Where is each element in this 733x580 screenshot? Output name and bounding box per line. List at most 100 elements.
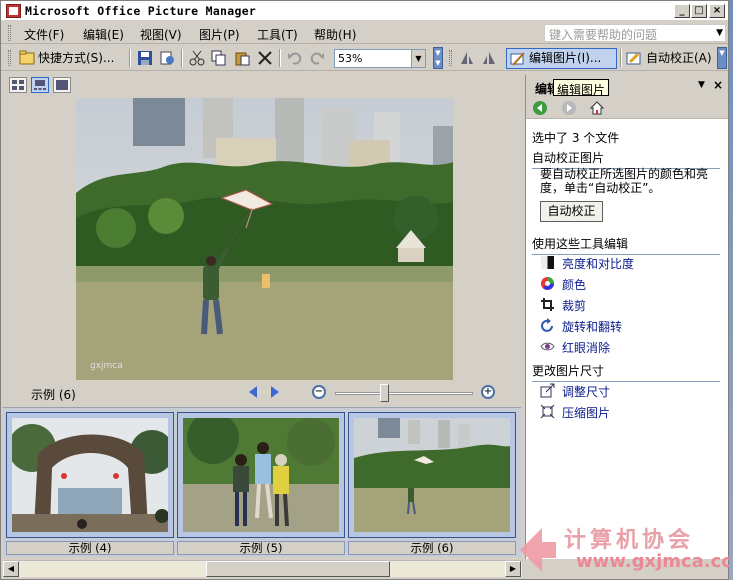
toolbar-separator [181, 49, 183, 67]
zoom-in-icon[interactable]: + [481, 385, 495, 399]
red-eye-icon [540, 342, 555, 351]
thumbnail-view-button[interactable] [9, 77, 27, 93]
close-button[interactable]: × [709, 4, 725, 18]
filmstrip-view-button[interactable] [31, 77, 49, 93]
brightness-contrast-label: 亮度和对比度 [562, 257, 635, 271]
help-search-placeholder: 键入需要帮助的问题 [549, 28, 658, 42]
toolbar-separator [620, 49, 622, 67]
back-icon[interactable] [532, 100, 548, 116]
auto-correct-pane-button[interactable]: 自动校正 [540, 201, 603, 222]
single-picture-view-button[interactable] [53, 77, 71, 93]
toolbar-overflow-chevron[interactable]: ▼ ▼ [433, 47, 443, 69]
compress-pictures-label: 压缩图片 [562, 406, 611, 420]
watermark-chinese-text: 计算机协会 [564, 528, 695, 553]
copy-icon[interactable] [211, 50, 227, 66]
menu-bar: 文件(F) 编辑(E) 视图(V) 图片(P) 工具(T) 帮助(H) 键入需要… [1, 22, 728, 44]
desktop-edge [729, 0, 733, 580]
shortcuts-icon [19, 50, 35, 65]
zoom-out-icon[interactable]: − [312, 385, 326, 399]
menu-view[interactable]: 视图(V) [140, 26, 182, 43]
thumbnail-item[interactable] [177, 412, 345, 538]
crop-label: 裁剪 [562, 299, 587, 313]
close-icon[interactable]: × [713, 78, 723, 92]
group-photo [183, 418, 339, 532]
thumbnail-item[interactable] [6, 412, 174, 538]
picture-manager-window: Microsoft Office Picture Manager _ □ × 文… [0, 0, 733, 580]
filmstrip-scrollbar[interactable]: ◀ ▶ [3, 560, 522, 577]
thumbnail-item[interactable] [348, 412, 516, 538]
toolbar-grip[interactable] [449, 50, 452, 66]
chevron-down-icon[interactable]: ▼ [698, 80, 705, 90]
preview-navigation-bar: 示例 (6) − + [3, 382, 523, 404]
zoom-slider-track[interactable] [335, 392, 473, 395]
toolbar-grip[interactable] [8, 50, 11, 66]
auto-correct-button[interactable]: 自动校正(A) [646, 49, 712, 67]
title-bar[interactable]: Microsoft Office Picture Manager _ □ × [1, 1, 728, 21]
edit-pictures-label: 编辑图片(I)... [529, 51, 602, 65]
selection-count-text: 选中了 3 个文件 [532, 131, 620, 145]
main-picture-preview[interactable]: gxjmca [76, 98, 453, 380]
filmstrip: 示例 (4) 示例 (5) 示例 (6) [3, 407, 521, 557]
kite-thumbnail-photo [354, 418, 510, 532]
export-icon[interactable] [159, 50, 175, 66]
edit-pictures-button[interactable]: 编辑图片(I)... [506, 48, 617, 69]
crop-icon [541, 298, 554, 311]
thumbnail-caption: 示例 (4) [6, 541, 174, 555]
rotate-right-icon[interactable] [481, 50, 497, 66]
compress-icon [540, 404, 555, 419]
chevron-down-icon[interactable]: ▼ [716, 28, 723, 38]
zoom-select[interactable]: 53% ▼ [334, 49, 426, 68]
paste-icon[interactable] [234, 50, 250, 66]
scroll-left-icon[interactable]: ◀ [3, 561, 19, 577]
edit-tools-section-title: 使用这些工具编辑 [532, 235, 720, 255]
rotate-flip-label: 旋转和翻转 [562, 320, 623, 334]
current-picture-label: 示例 (6) [31, 388, 76, 402]
toolbar-overflow-chevron[interactable]: ▼ [717, 47, 727, 69]
app-icon [6, 4, 21, 18]
standard-toolbar: 快捷方式(S)... 53% ▼ ▼ ▼ 编辑图片(I)... 自动校正(A) … [1, 45, 728, 71]
previous-arrow-icon[interactable] [249, 386, 257, 398]
menu-picture[interactable]: 图片(P) [199, 26, 240, 43]
menu-grip[interactable] [8, 25, 11, 41]
redo-icon[interactable] [309, 50, 325, 66]
delete-icon[interactable] [257, 50, 273, 66]
auto-correct-icon[interactable] [626, 50, 642, 66]
next-arrow-icon[interactable] [271, 386, 279, 398]
task-pane-header: 编辑 编辑图片 ▼ × [526, 75, 728, 97]
save-icon[interactable] [137, 50, 153, 66]
chevron-down-icon[interactable]: ▼ [411, 50, 425, 67]
edit-pictures-tooltip: 编辑图片 [553, 79, 610, 97]
photo-watermark: gxjmca [90, 361, 123, 371]
single-picture-view-icon [56, 80, 68, 90]
thumbnail-image [12, 418, 168, 532]
auto-correct-section-title: 自动校正图片 [532, 149, 720, 169]
minimize-button[interactable]: _ [674, 4, 690, 18]
undo-icon[interactable] [287, 50, 303, 66]
menu-edit[interactable]: 编辑(E) [83, 26, 124, 43]
watermark-url-text: www.gxjmca.com [576, 551, 733, 572]
auto-correct-description: 要自动校正所选图片的颜色和亮度，单击“自动校正”。 [540, 167, 709, 195]
cut-icon[interactable] [189, 50, 205, 66]
shortcuts-button[interactable]: 快捷方式(S)... [38, 49, 114, 67]
thumbnail-image [183, 418, 339, 532]
edit-pictures-task-pane: 编辑 编辑图片 ▼ × 选中了 3 个文件 自动校正图片 要自动校正所选图片的颜… [525, 75, 728, 559]
help-search-input[interactable]: 键入需要帮助的问题 ▼ [544, 24, 726, 42]
home-icon[interactable] [589, 100, 605, 116]
menu-tools[interactable]: 工具(T) [257, 26, 298, 43]
maximize-button[interactable]: □ [691, 4, 707, 18]
zoom-value: 53% [338, 52, 363, 65]
forward-icon[interactable] [561, 100, 577, 116]
rotate-flip-icon [541, 318, 553, 332]
window-title: Microsoft Office Picture Manager [25, 4, 257, 18]
rotate-left-icon[interactable] [459, 50, 475, 66]
zoom-slider-thumb[interactable] [380, 384, 389, 402]
toolbar-separator [129, 49, 131, 67]
menu-help[interactable]: 帮助(H) [314, 26, 356, 43]
scrollbar-thumb[interactable] [206, 561, 390, 577]
thumbnail-caption: 示例 (5) [177, 541, 345, 555]
menu-file[interactable]: 文件(F) [24, 26, 64, 43]
site-watermark: 计算机协会 www.gxjmca.com [514, 520, 733, 576]
watermark-logo-icon [520, 528, 556, 572]
edit-picture-icon [510, 52, 525, 66]
red-eye-removal-label: 红眼消除 [562, 341, 611, 355]
